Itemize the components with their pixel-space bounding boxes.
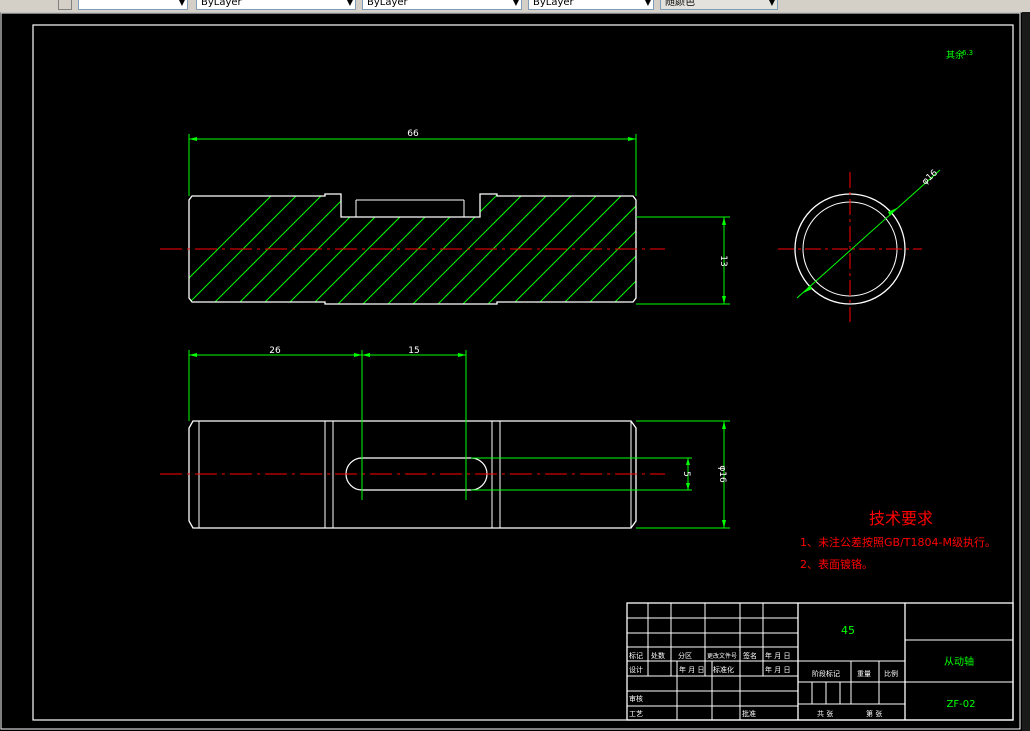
hdr-count: 处数 xyxy=(651,651,665,660)
top-right-roughness: 6.3 xyxy=(962,49,973,57)
tech-req-line-2: 2、表面镀铬。 xyxy=(800,557,873,571)
approve-label: 批准 xyxy=(742,709,756,718)
weight-label: 重量 xyxy=(857,670,871,678)
chevron-down-icon: ▼ xyxy=(768,0,775,7)
chevron-down-icon: ▼ xyxy=(644,0,651,7)
linetype-dropdown[interactable]: ByLayer ▼ xyxy=(196,0,356,10)
tech-req-title: 技术要求 xyxy=(869,509,933,528)
drawing-number: ZF-02 xyxy=(947,699,976,710)
hdr-mark: 标记 xyxy=(629,651,643,660)
review-label: 审核 xyxy=(629,694,643,703)
chevron-down-icon: ▼ xyxy=(512,0,519,7)
hdr-date: 年 月 日 xyxy=(765,651,790,660)
plotstyle-dropdown[interactable]: ByLayer ▼ xyxy=(528,0,654,10)
technical-requirements: 技术要求 1、未注公差按照GB/T1804-M级执行。 2、表面镀铬。 xyxy=(800,509,996,571)
dim-overall-length: 66 xyxy=(407,129,419,139)
inner-frame xyxy=(32,24,1014,721)
front-section-view: 66 13 xyxy=(160,129,730,305)
dim-keyway-offset: 26 xyxy=(269,346,281,356)
outer-frame xyxy=(0,12,1021,730)
standardize-label: 标准化 xyxy=(713,665,734,674)
chevron-down-icon: ▼ xyxy=(178,0,185,7)
dim-shaft-diameter: φ16 xyxy=(717,465,727,483)
year-month-1: 年 月 日 xyxy=(679,665,704,674)
process-label: 工艺 xyxy=(629,710,643,718)
dim-flat-height: 13 xyxy=(718,255,728,266)
dim-keyway-length: 15 xyxy=(408,346,419,356)
color-dropdown[interactable]: 随颜色 ▼ xyxy=(660,0,778,10)
vertical-scrollbar[interactable] xyxy=(1022,12,1030,731)
layer-dropdown[interactable]: ▼ xyxy=(78,0,188,10)
lineweight-dropdown[interactable]: ByLayer ▼ xyxy=(362,0,522,10)
design-label: 设计 xyxy=(629,665,643,674)
section-hatch xyxy=(189,194,636,304)
dim-section-diameter: φ16 xyxy=(920,168,940,187)
drawing-canvas[interactable]: 其余 6.3 66 13 φ16 26 15 5 φ16 技术要求 1、未注公差… xyxy=(0,12,1022,731)
part-name: 从动轴 xyxy=(944,655,974,668)
hdr-sign: 签名 xyxy=(743,651,757,660)
chevron-down-icon: ▼ xyxy=(346,0,353,7)
hdr-docno: 更改文件号 xyxy=(707,652,737,660)
cross-section-view: φ16 xyxy=(778,168,941,322)
sheet-number: 第 张 xyxy=(866,709,882,718)
stage-mark-label: 阶段标记 xyxy=(812,669,840,678)
scale-label: 比例 xyxy=(884,669,898,678)
sheets-total: 共 张 xyxy=(817,709,833,718)
material-value: 45 xyxy=(841,624,855,637)
layer-icon[interactable] xyxy=(58,0,72,10)
dim-keyway-width: 5 xyxy=(681,471,691,477)
tech-req-line-1: 1、未注公差按照GB/T1804-M级执行。 xyxy=(800,535,996,549)
year-month-2: 年 月 日 xyxy=(765,665,790,674)
hdr-zone: 分区 xyxy=(678,651,692,660)
shaft-view: 26 15 5 φ16 xyxy=(160,346,730,529)
